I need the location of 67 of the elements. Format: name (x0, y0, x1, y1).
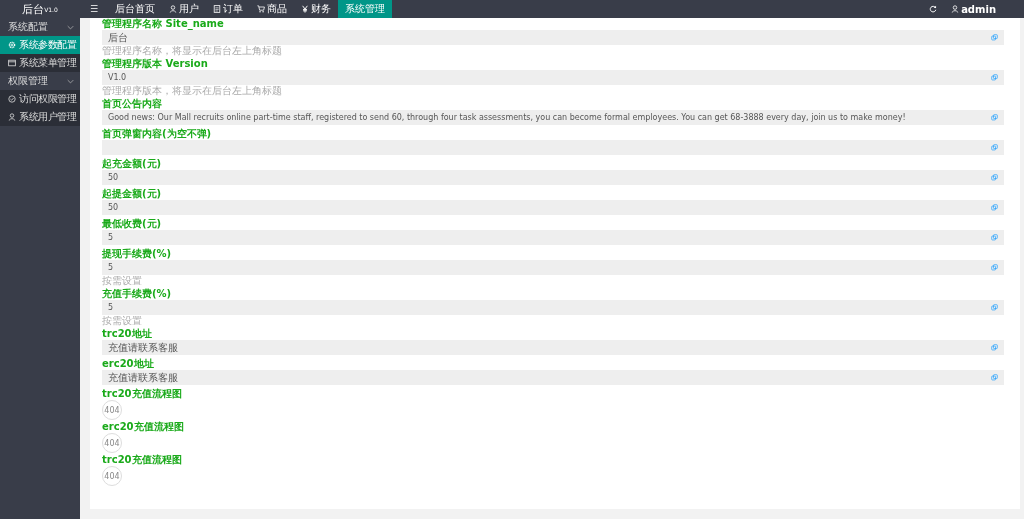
field-label: 起充金额(元) (102, 158, 163, 169)
input-field[interactable] (102, 140, 1004, 155)
copy-icon[interactable] (991, 74, 998, 81)
logo-text: 后台$^{V1.0}$ (21, 1, 59, 18)
sidebar-item[interactable]: 系统用户管理 (0, 108, 80, 126)
field-label: 管理程序版本 Version (102, 58, 209, 69)
field-label: erc20充值流程图 (102, 421, 185, 432)
field-label: 首页弹窗内容(为空不弹) (102, 128, 213, 139)
check-circle-icon (8, 95, 16, 103)
user-menu[interactable]: admin (951, 0, 1024, 18)
nav-tab[interactable]: 商品 (250, 0, 295, 18)
cart-icon (257, 5, 266, 13)
copy-icon[interactable] (991, 174, 998, 181)
nav-tab[interactable]: 财务 (294, 0, 339, 18)
input-field[interactable]: 5 (102, 230, 1004, 245)
field-hint: 按需设置 (102, 275, 143, 286)
sidebar-item[interactable]: 系统参数配置 (0, 36, 80, 54)
field-label: trc20充值流程图 (102, 388, 183, 399)
input-field[interactable]: Good news: Our Mall recruits online part-time staff, registered to send 60, through four task assessments, you can become formal employees. You can get 68-3888 every day, join us to make money! (102, 110, 1004, 125)
copy-icon[interactable] (991, 114, 998, 121)
copy-icon[interactable] (991, 344, 998, 351)
nav-tab[interactable]: 用户 (162, 0, 207, 18)
user-icon (951, 5, 960, 13)
menu-button[interactable]: ☰ (80, 0, 109, 18)
refresh-icon[interactable] (929, 5, 938, 13)
input-field[interactable]: 后台 (102, 30, 1004, 45)
input-field[interactable]: 充值请联系客服 (102, 370, 1004, 385)
field-label: 首页公告内容 (102, 98, 163, 109)
field-hint: 管理程序版本，将显示在后台左上角标题 (102, 85, 283, 96)
field-hint: 管理程序名称，将显示在后台左上角标题 (102, 45, 283, 56)
nav-tab[interactable]: 系统管理 (338, 0, 393, 18)
input-field[interactable]: V1.0 (102, 70, 1004, 85)
field-label: trc20充值流程图 (102, 454, 183, 465)
input-field[interactable]: 5 (102, 260, 1004, 275)
input-field[interactable]: 50 (102, 170, 1004, 185)
field-label: 起提金额(元) (102, 188, 163, 199)
copy-icon[interactable] (991, 304, 998, 311)
field-label: 管理程序名称 Site_name (102, 18, 225, 29)
copy-icon[interactable] (991, 34, 998, 41)
user-icon (169, 5, 178, 13)
copy-icon[interactable] (991, 144, 998, 151)
nav-tab[interactable]: 后台首页 (108, 0, 163, 18)
field-label: 充值手续费(%) (102, 288, 173, 299)
sidebar-group[interactable]: 系统配置 (0, 18, 80, 36)
input-field[interactable]: 充值请联系客服 (102, 340, 1004, 355)
sidebar-group[interactable]: 权限管理 (0, 72, 80, 90)
input-field[interactable]: 50 (102, 200, 1004, 215)
field-label: 最低收费(元) (102, 218, 163, 229)
nav-tab[interactable]: 订单 (206, 0, 251, 18)
copy-icon[interactable] (991, 234, 998, 241)
copy-icon[interactable] (991, 264, 998, 271)
sidebar-item[interactable]: 访问权限管理 (0, 90, 80, 108)
settings-icon (8, 41, 16, 49)
field-label: trc20地址 (102, 328, 153, 339)
field-hint: 按需设置 (102, 315, 143, 326)
sidebar-item[interactable]: 系统菜单管理 (0, 54, 80, 72)
field-label: 提现手续费(%) (102, 248, 173, 259)
copy-icon[interactable] (991, 374, 998, 381)
document-icon (213, 5, 222, 13)
window-icon (8, 59, 16, 67)
yen-icon (301, 5, 310, 13)
chevron-icon (67, 24, 74, 30)
chevron-icon (67, 78, 74, 84)
field-label: erc20地址 (102, 358, 155, 369)
user-icon (8, 113, 16, 121)
copy-icon[interactable] (991, 204, 998, 211)
input-field[interactable]: 5 (102, 300, 1004, 315)
